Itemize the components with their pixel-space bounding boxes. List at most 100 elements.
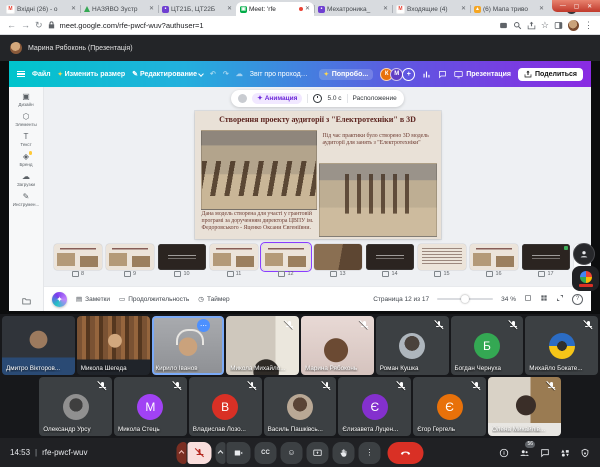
slide-thumbnail[interactable]: 8 [54,244,102,277]
share-button[interactable]: Поделиться [518,68,583,81]
tab-close-icon[interactable]: ✕ [149,6,154,12]
participant-tile[interactable]: Дмитро Вікторов... [2,316,75,375]
slide-thumbnail[interactable]: 10 [158,244,206,277]
duration-value[interactable]: 5.0 с [327,95,341,102]
slide-thumbnail[interactable]: 17 [522,244,570,277]
back-button[interactable]: ← [7,21,16,30]
tab-close-icon[interactable]: ✕ [227,6,232,12]
slide-thumbnail[interactable]: 16 [470,244,518,277]
timer-button[interactable]: ◷Таймер [198,295,229,303]
sidebar-item-uploads[interactable]: ☁Загрузки [9,173,43,187]
participant-tile[interactable]: ММикола Стець [114,377,187,436]
tab-drive[interactable]: НАЗЯВО Зустр✕ [80,2,158,16]
file-menu[interactable]: Файл [32,71,51,78]
sidebar-item-design[interactable]: ▣Дизайн [9,93,43,107]
insights-icon[interactable] [422,70,431,79]
forward-button[interactable]: → [21,21,30,30]
tab-close-icon[interactable]: ✕ [539,6,544,12]
side-panel-icon[interactable] [554,21,563,30]
participant-tile[interactable]: Олександр Урсу [39,377,112,436]
extension-overlay-button[interactable] [572,266,599,291]
redo-button[interactable]: ↷ [223,70,229,78]
sidebar-item-projects[interactable] [9,297,43,307]
resize-menu[interactable]: ✦ Изменить размер [58,71,126,78]
tab-close-icon[interactable]: ✕ [71,6,76,12]
sidebar-item-brand[interactable]: ◈Бренд [9,153,43,167]
tab-mechatronics[interactable]: •Мехатроника_✕ [314,2,392,16]
grid-view-icon[interactable] [540,294,548,304]
slide-thumbnail[interactable]: 9 [106,244,154,277]
document-title[interactable]: Звіт про проходженн... [250,71,312,78]
leave-call-button[interactable] [388,442,424,464]
duration-button[interactable]: ▭Продолжительность [119,295,189,303]
slide-thumbnail[interactable]: 11 [210,244,258,277]
activities-icon[interactable] [560,448,570,458]
present-screen-button[interactable] [307,442,329,464]
participant-tile[interactable]: Василь Пашківсь... [264,377,337,436]
slide-thumbnail-selected[interactable]: 12 [262,244,310,277]
maximize-button[interactable]: ▢ [574,3,580,10]
color-swatch[interactable] [238,94,247,103]
participant-tile[interactable]: ЄЄгор Гергель [413,377,486,436]
slide-text-left[interactable]: Дана модель створена для участі у гранто… [202,211,314,233]
page-scrubber[interactable] [437,298,493,300]
try-pro-button[interactable]: ✦Попробо... [319,69,374,80]
minimize-button[interactable]: — [560,3,566,9]
participant-tile-speaking[interactable]: ⋯Кирило Іванов [152,316,225,375]
help-icon[interactable]: ? [572,294,583,305]
chat-icon[interactable] [540,448,550,458]
magic-assistant-button[interactable]: ✦ [52,292,67,307]
sidebar-item-elements[interactable]: ⬡Элементы [9,113,43,127]
slide-canvas[interactable]: Створення проекту аудиторії з "Електроте… [195,111,441,239]
share-icon[interactable] [527,21,536,30]
meeting-details-icon[interactable] [499,448,509,458]
animate-button[interactable]: ✦Анимация [252,93,302,104]
fullscreen-icon[interactable] [556,294,564,304]
comments-icon[interactable] [438,70,447,79]
participant-tile[interactable]: Олена Михайлів... [488,377,561,436]
self-view-toggle-button[interactable] [573,243,595,265]
editing-menu[interactable]: ✎ Редактирование [132,70,203,78]
raise-hand-button[interactable] [333,442,355,464]
page-view-icon[interactable] [524,294,532,304]
slide-thumbnail[interactable]: 14 [366,244,414,277]
address-text[interactable]: meet.google.com/rfe-pwcf-wuv?authuser=1 [60,21,494,30]
tab-meet-active[interactable]: ▣Meet: 'rfe✕ [236,2,314,16]
undo-button[interactable]: ↶ [210,70,216,78]
reactions-button[interactable]: ☺ [281,442,303,464]
zoom-level[interactable]: 34 % [501,296,516,303]
tab-inbox-ru[interactable]: MВходящие (4)✕ [392,2,470,16]
captions-button[interactable]: CC [255,442,277,464]
tab-alert-map[interactable]: ▲(6) Мапа триво✕ [470,2,548,16]
participant-tile[interactable]: Микола Шегеда [77,316,150,375]
slide-thumbnail[interactable]: 13 [314,244,362,277]
participant-tile[interactable]: Михайло Бокате... [525,316,598,375]
slide-text-right[interactable]: Під час практики було створено 3D модель… [323,133,433,147]
mic-options-chevron[interactable] [177,442,187,464]
bookmark-star-icon[interactable]: ☆ [541,20,549,31]
add-collaborator-button[interactable]: + [402,68,415,81]
camera-button[interactable] [227,442,251,464]
participants-icon[interactable]: 56 [519,448,530,458]
slide-title[interactable]: Створення проекту аудиторії з "Електроте… [199,115,437,124]
profile-avatar[interactable] [568,20,579,31]
window-controls[interactable]: — ▢ ✕ [552,0,600,12]
media-control-icon[interactable] [499,21,508,30]
camera-options-chevron[interactable] [216,442,226,464]
participant-tile[interactable]: Марина Рябоконь [301,316,374,375]
participant-tile[interactable]: Роман Кушка [376,316,449,375]
tab-close-icon[interactable]: ✕ [461,6,466,12]
host-controls-icon[interactable] [580,448,590,458]
scrubber-knob[interactable] [461,295,469,303]
tab-classroom[interactable]: •ЦТ21Б, ЦТ22Б✕ [158,2,236,16]
slide-thumbnail[interactable]: 15 [418,244,466,277]
reload-button[interactable]: ↻ [35,21,43,30]
participant-tile[interactable]: Микола Михайло... [226,316,299,375]
participant-tile[interactable]: ЄЄлизавета Луцен... [338,377,411,436]
close-button[interactable]: ✕ [587,3,592,10]
tile-options-button[interactable]: ⋯ [197,319,210,332]
menu-icon[interactable] [17,71,25,78]
tab-close-icon[interactable]: ✕ [305,6,310,12]
sidebar-item-tools[interactable]: ✎Инструмен... [9,193,43,207]
notes-button[interactable]: ▤Заметки [76,295,110,303]
